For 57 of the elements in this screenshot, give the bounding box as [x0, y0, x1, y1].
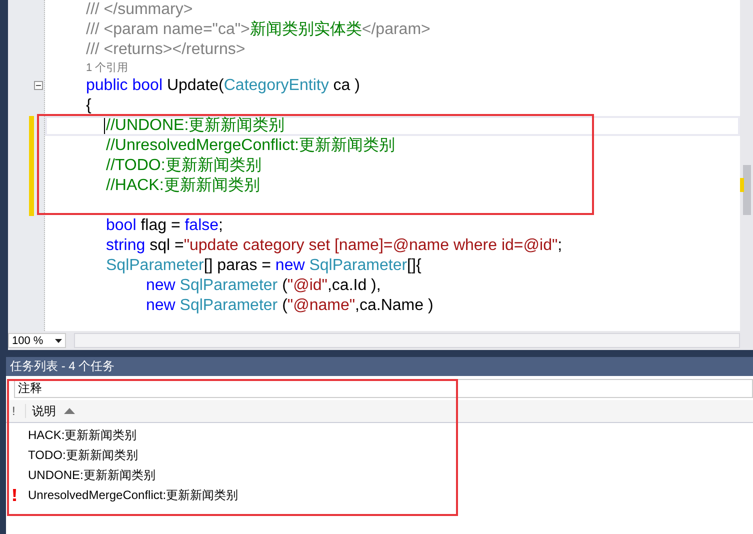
code-comment: 新闻类别实体类 — [250, 21, 362, 38]
code-text: ( — [281, 297, 288, 314]
keyword: false — [184, 217, 219, 234]
code-text: flag = — [140, 217, 182, 234]
filter-field[interactable]: 注释 — [14, 379, 753, 398]
code-comment: //TODO:更新新闻类别 — [106, 157, 262, 174]
type-name: SqlParameter — [309, 257, 408, 274]
dropdown-arrow-icon — [55, 338, 62, 342]
code-comment: //HACK:更新新闻类别 — [106, 177, 260, 194]
code-comment: //UNDONE:更新新闻类别 — [106, 117, 285, 134]
code-text: [] paras = — [204, 257, 272, 274]
type-name: SqlParameter — [106, 257, 204, 274]
code-text: ( — [281, 277, 288, 294]
task-description: HACK:更新新闻类别 — [28, 426, 137, 444]
keyword: new — [275, 257, 306, 274]
task-row[interactable]: UNDONE:更新新闻类别 — [6, 465, 753, 485]
string-literal: "@id" — [287, 277, 328, 294]
string-literal: "update category set [name]=@name where id=@id" — [184, 237, 558, 254]
code-text: ; — [558, 237, 562, 254]
code-text: ,ca.Id ), — [327, 277, 381, 294]
task-description: UNDONE:更新新闻类别 — [28, 466, 156, 484]
type-name: SqlParameter — [180, 277, 278, 294]
code-text: ca ) — [332, 77, 360, 94]
task-row[interactable]: UnresolvedMergeConflict:更新新闻类别 — [6, 485, 753, 505]
keyword: new — [146, 297, 176, 314]
code-text: []{ — [407, 257, 422, 274]
task-row[interactable]: TODO:更新新闻类别 — [6, 445, 753, 465]
doc-comment: /// <param name="ca"> — [86, 21, 250, 38]
text-caret — [104, 118, 105, 134]
reference-count: 1 个引用 — [86, 62, 128, 74]
doc-comment: /// <returns></returns> — [86, 41, 246, 58]
doc-comment: </param> — [362, 21, 430, 38]
sort-ascending-icon — [64, 408, 75, 414]
type-name: SqlParameter — [180, 297, 278, 314]
collapse-icon[interactable] — [34, 81, 43, 90]
code-comment: //UnresolvedMergeConflict:更新新闻类别 — [106, 137, 395, 154]
keyword: bool — [106, 217, 136, 234]
task-row[interactable]: HACK:更新新闻类别 — [6, 425, 753, 445]
type-name: CategoryEntity — [224, 77, 329, 94]
keyword: new — [146, 277, 176, 294]
code-text: sql = — [148, 237, 184, 254]
code-text: ; — [218, 217, 223, 234]
priority-column-header[interactable]: ! — [6, 404, 26, 418]
code-text: { — [86, 97, 92, 114]
string-literal: "@name" — [287, 297, 356, 314]
task-description: UnresolvedMergeConflict:更新新闻类别 — [28, 486, 238, 504]
code-text: ,ca.Name ) — [355, 297, 434, 314]
doc-comment: /// </summary> — [86, 1, 193, 18]
code-text: Update( — [166, 77, 224, 94]
zoom-dropdown[interactable]: 100 % — [8, 333, 66, 348]
vertical-scrollbar[interactable] — [740, 0, 753, 331]
panel-title: 任务列表 - 4 个任务 — [10, 359, 115, 373]
horizontal-scrollbar[interactable] — [74, 333, 740, 348]
keyword: string — [106, 237, 146, 254]
task-description: TODO:更新新闻类别 — [28, 446, 138, 464]
keyword: public bool — [86, 77, 162, 94]
description-column-header[interactable]: 说明 — [26, 402, 56, 420]
